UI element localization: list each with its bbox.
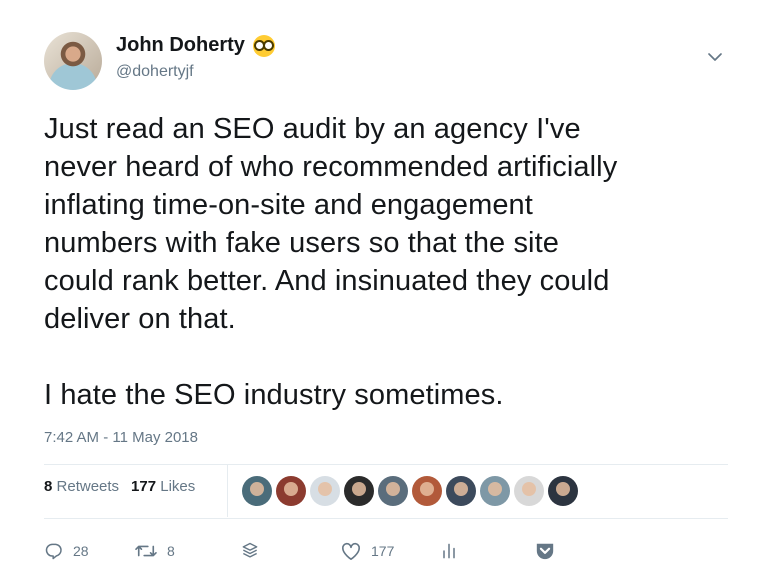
retweets-stat[interactable]: 8 Retweets bbox=[44, 478, 119, 495]
divider-bottom bbox=[44, 518, 728, 519]
retweets-count: 8 bbox=[44, 478, 53, 495]
tweet-stats: 8 Retweets 177 Likes bbox=[44, 478, 195, 495]
author-avatar[interactable] bbox=[44, 32, 102, 90]
retweet-button[interactable]: 8 bbox=[134, 541, 175, 561]
divider-top bbox=[44, 464, 728, 465]
like-count: 177 bbox=[371, 543, 395, 559]
tweet-actions: 28 8 177 bbox=[44, 537, 728, 565]
liker-avatar[interactable] bbox=[412, 476, 442, 506]
retweet-count: 8 bbox=[167, 543, 175, 559]
like-button[interactable]: 177 bbox=[340, 541, 394, 561]
author-name-row: John Doherty bbox=[116, 34, 275, 57]
stack-button[interactable] bbox=[240, 541, 260, 561]
liker-avatar[interactable] bbox=[276, 476, 306, 506]
pocket-button[interactable] bbox=[534, 541, 556, 561]
likes-label: Likes bbox=[160, 478, 196, 495]
reply-count: 28 bbox=[73, 543, 89, 559]
tweet-timestamp[interactable]: 7:42 AM - 11 May 2018 bbox=[44, 429, 198, 446]
likes-stat[interactable]: 177 Likes bbox=[131, 478, 195, 495]
reply-icon bbox=[45, 543, 62, 560]
stats-separator bbox=[227, 465, 228, 517]
chevron-down-icon[interactable] bbox=[707, 49, 723, 65]
retweet-icon bbox=[135, 545, 157, 557]
liker-avatar[interactable] bbox=[446, 476, 476, 506]
liker-avatars bbox=[242, 476, 578, 506]
nerd-face-icon bbox=[252, 34, 275, 57]
author-handle[interactable]: @dohertyjf bbox=[116, 63, 194, 81]
analytics-icon bbox=[443, 543, 455, 559]
liker-avatar[interactable] bbox=[310, 476, 340, 506]
heart-icon bbox=[342, 542, 360, 560]
likes-count: 177 bbox=[131, 478, 157, 495]
tweet-text: Just read an SEO audit by an agency I've… bbox=[44, 113, 618, 411]
liker-avatar[interactable] bbox=[480, 476, 510, 506]
liker-avatar[interactable] bbox=[514, 476, 544, 506]
stack-icon bbox=[242, 542, 258, 558]
liker-avatar[interactable] bbox=[548, 476, 578, 506]
analytics-button[interactable] bbox=[439, 541, 459, 561]
liker-avatar[interactable] bbox=[378, 476, 408, 506]
reply-button[interactable]: 28 bbox=[44, 541, 89, 561]
author-name[interactable]: John Doherty bbox=[116, 34, 245, 57]
pocket-icon bbox=[536, 543, 554, 560]
liker-avatar[interactable] bbox=[344, 476, 374, 506]
retweets-label: Retweets bbox=[56, 478, 120, 495]
liker-avatar[interactable] bbox=[242, 476, 272, 506]
